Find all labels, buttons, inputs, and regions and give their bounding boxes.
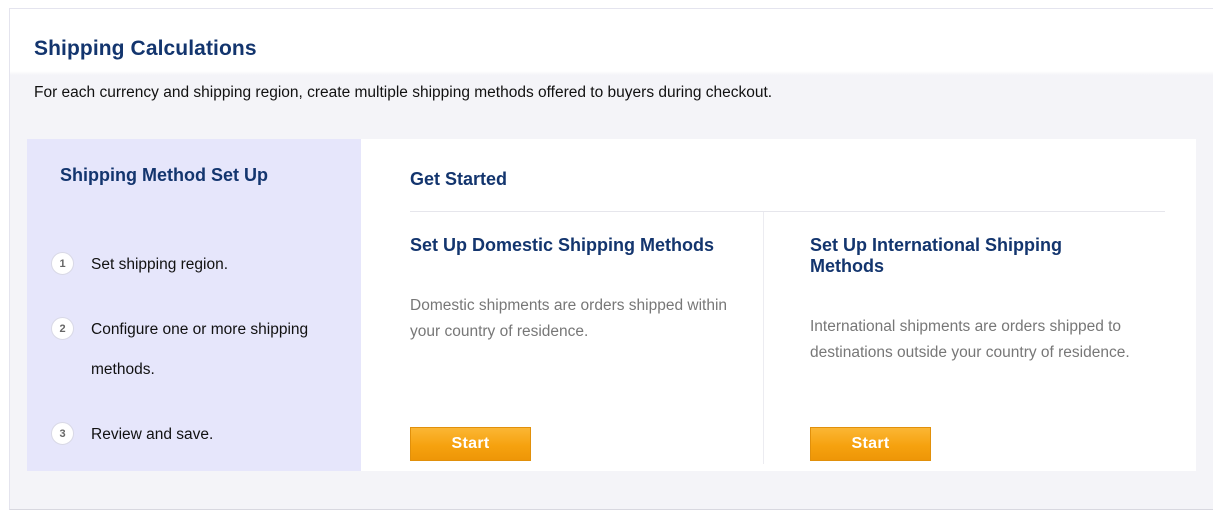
start-domestic-button[interactable]: Start (410, 427, 531, 461)
domestic-description: Domestic shipments are orders shipped wi… (410, 297, 728, 340)
international-shipping-section: Set Up International Shipping Methods In… (810, 235, 1140, 366)
get-started-heading: Get Started (410, 169, 508, 189)
step-number-badge: 3 (51, 422, 74, 445)
domestic-shipping-section: Set Up Domestic Shipping Methods Domesti… (410, 235, 740, 345)
step-label: Set shipping region. (91, 256, 229, 273)
step-number-badge: 2 (51, 317, 74, 340)
steps-title: Shipping Method Set Up (60, 165, 268, 185)
international-title: Set Up International Shipping Methods (810, 235, 1062, 276)
step-3: 3 Review and save. (51, 422, 311, 455)
shipping-setup-panel: Shipping Method Set Up 1 Set shipping re… (27, 139, 1196, 471)
step-2: 2 Configure one or more shipping methods… (51, 317, 311, 390)
step-label: Review and save. (91, 426, 214, 443)
start-international-button[interactable]: Start (810, 427, 931, 461)
page-description: For each currency and shipping region, c… (34, 84, 773, 101)
step-number-badge: 1 (51, 252, 74, 275)
step-label: Configure one or more shipping methods. (91, 321, 309, 378)
domestic-title: Set Up Domestic Shipping Methods (410, 235, 715, 255)
page-title: Shipping Calculations (34, 37, 257, 60)
horizontal-divider (410, 211, 1165, 212)
international-description: International shipments are orders shipp… (810, 318, 1130, 361)
steps-sidebar: Shipping Method Set Up 1 Set shipping re… (27, 139, 361, 471)
step-1: 1 Set shipping region. (51, 252, 311, 285)
vertical-divider (763, 212, 764, 464)
